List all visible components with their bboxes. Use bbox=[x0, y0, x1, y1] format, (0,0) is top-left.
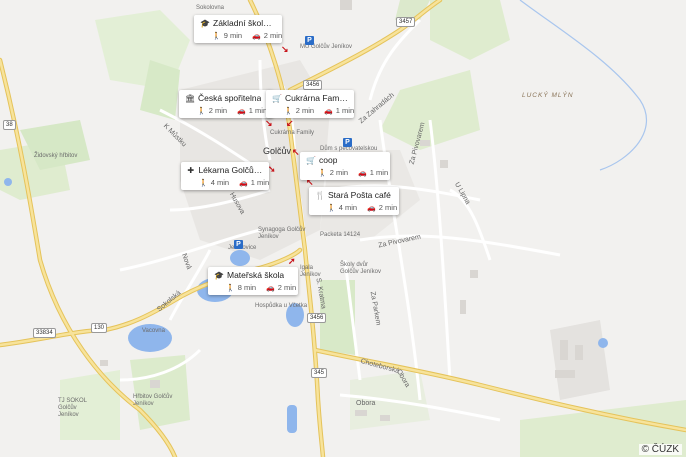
walk-time: 4 min bbox=[338, 203, 358, 212]
poi-card-coop[interactable]: 🛒 coop 🚶 2 min 🚗 1 min bbox=[300, 152, 390, 180]
car-icon: 🚗 bbox=[252, 33, 261, 40]
drive-time: 1 min bbox=[250, 178, 270, 187]
car-icon: 🚗 bbox=[266, 285, 275, 292]
shop-icon: 🛒 bbox=[272, 93, 282, 103]
car-icon: 🚗 bbox=[358, 170, 367, 177]
poi-name: Cukrárna Family c... bbox=[285, 93, 348, 103]
walk-time: 9 min bbox=[223, 31, 243, 40]
school-icon: 🎓 bbox=[214, 270, 224, 280]
walk-icon: 🚶 bbox=[226, 285, 235, 292]
place-label: Packeta 14124 bbox=[320, 232, 361, 238]
poi-name: Česká spořitelna bbox=[198, 93, 262, 103]
drive-time: 1 min bbox=[248, 106, 268, 115]
place-label: Vacovna bbox=[142, 328, 165, 334]
parking-icon[interactable]: P bbox=[234, 240, 243, 249]
street-label: Obora bbox=[356, 400, 376, 407]
car-icon: 🚗 bbox=[239, 180, 248, 187]
poi-name: Stará Pošta café bbox=[328, 190, 391, 200]
place-label: Cukrárna Family bbox=[270, 130, 315, 136]
car-icon: 🚗 bbox=[367, 205, 376, 212]
drive-time: 2 min bbox=[378, 203, 398, 212]
locality-label: LUCKÝ MLÝN bbox=[522, 92, 574, 99]
road-number: 38 bbox=[3, 120, 16, 130]
map-copyright[interactable]: © ČÚZK bbox=[638, 444, 682, 455]
school-icon: 🎓 bbox=[200, 18, 210, 28]
poi-pointer-icon: ➚ bbox=[288, 256, 296, 266]
poi-pointer-icon: ↘ bbox=[281, 44, 289, 54]
walk-icon: 🚶 bbox=[284, 108, 293, 115]
poi-name: Základní škola Go... bbox=[213, 18, 276, 28]
place-label: Synagoga Golčův Jeníkov bbox=[258, 227, 306, 240]
poi-name: Lékarna Golčův Je... bbox=[198, 165, 263, 175]
road-number: 130 bbox=[91, 323, 108, 333]
place-label: Školy dvůr Golčův Jeníkov bbox=[340, 262, 382, 275]
pharmacy-icon: ✚ bbox=[187, 165, 195, 175]
drive-time: 2 min bbox=[263, 31, 283, 40]
place-label: Hřbitov Golčův Jeníkov bbox=[133, 394, 173, 407]
poi-card-lekarna[interactable]: ✚Lékarna Golčův Je... 🚶4 min 🚗1 min bbox=[181, 162, 269, 190]
town-label: Golčův bbox=[263, 146, 292, 156]
poi-pointer-icon: ↘ bbox=[265, 118, 273, 128]
poi-name: coop bbox=[319, 155, 338, 165]
place-label: Sokolovna bbox=[196, 5, 225, 11]
road-number: 33834 bbox=[33, 328, 56, 338]
poi-pointer-icon: ➘ bbox=[268, 164, 276, 174]
road-number: 345 bbox=[311, 368, 328, 378]
poi-card-zakladni-skola[interactable]: 🎓Základní škola Go... 🚶9 min 🚗2 min bbox=[194, 15, 282, 43]
shop-icon: 🛒 bbox=[306, 155, 316, 165]
poi-card-cukrarna-family[interactable]: 🛒Cukrárna Family c... 🚶2 min 🚗1 min bbox=[266, 90, 354, 118]
walk-icon: 🚶 bbox=[197, 108, 206, 115]
drive-time: 2 min bbox=[277, 283, 297, 292]
poi-pointer-icon: ↙ bbox=[286, 118, 294, 128]
walk-icon: 🚶 bbox=[199, 180, 208, 187]
parking-icon[interactable]: P bbox=[343, 138, 352, 147]
poi-card-stara-posta-cafe[interactable]: 🍴 Stará Pošta café 🚶 4 min 🚗 2 min bbox=[309, 187, 399, 215]
bank-icon: 🏛 bbox=[185, 93, 196, 103]
poi-name: Mateřská škola bbox=[227, 270, 285, 280]
walk-time: 2 min bbox=[329, 168, 349, 177]
walk-icon: 🚶 bbox=[212, 33, 221, 40]
walk-time: 2 min bbox=[295, 106, 315, 115]
restaurant-icon: 🍴 bbox=[315, 190, 325, 200]
place-label: Hospůdka u Včetka bbox=[255, 303, 308, 309]
walk-time: 8 min bbox=[237, 283, 257, 292]
car-icon: 🚗 bbox=[237, 108, 246, 115]
road-number: 3456 bbox=[303, 80, 323, 90]
place-label: TJ SOKOL Golčův Jeníkov bbox=[58, 398, 87, 418]
map-view[interactable]: Židovský hřbitov Synagoga Golčův Jeníkov… bbox=[0, 0, 686, 457]
road-number: 3457 bbox=[396, 17, 416, 27]
car-icon: 🚗 bbox=[324, 108, 333, 115]
parking-icon[interactable]: P bbox=[305, 36, 314, 45]
drive-time: 1 min bbox=[369, 168, 389, 177]
poi-pointer-icon: ↖ bbox=[292, 147, 300, 157]
poi-card-ceska-sporitelna[interactable]: 🏛 Česká spořitelna 🚶 2 min 🚗 1 min bbox=[179, 90, 273, 118]
place-label: Židovský hřbitov bbox=[34, 153, 78, 159]
walk-icon: 🚶 bbox=[318, 170, 327, 177]
walk-time: 4 min bbox=[210, 178, 230, 187]
poi-card-materska-skola[interactable]: 🎓 Mateřská škola 🚶 8 min 🚗 2 min bbox=[208, 267, 298, 295]
walk-time: 2 min bbox=[208, 106, 228, 115]
walk-icon: 🚶 bbox=[327, 205, 336, 212]
road-number: 3456 bbox=[307, 313, 327, 323]
drive-time: 1 min bbox=[335, 106, 355, 115]
map-base-layer bbox=[0, 0, 686, 457]
